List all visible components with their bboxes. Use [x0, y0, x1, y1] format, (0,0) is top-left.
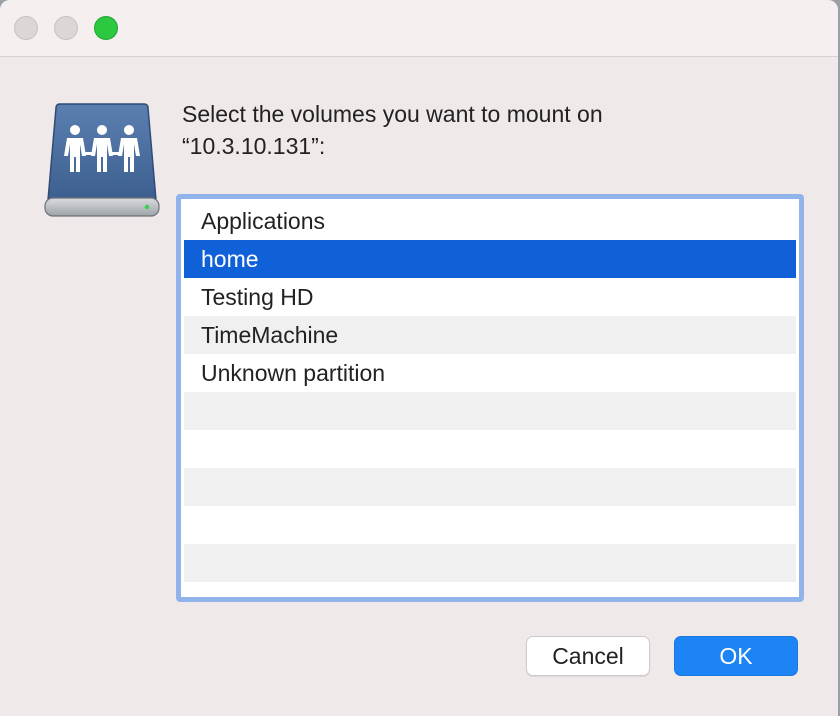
- empty-list-row: [184, 506, 796, 544]
- empty-list-row: [184, 582, 796, 594]
- empty-list-row: [184, 430, 796, 468]
- prompt-line-1: Select the volumes you want to mount on: [182, 101, 603, 127]
- title-bar: [0, 0, 838, 57]
- prompt-line-2: “10.3.10.131”:: [182, 133, 326, 159]
- minimize-window-button[interactable]: [54, 16, 78, 40]
- zoom-window-button[interactable]: [94, 16, 118, 40]
- mount-volumes-dialog: Select the volumes you want to mount on …: [0, 0, 838, 716]
- list-item[interactable]: TimeMachine: [184, 316, 796, 354]
- cancel-button[interactable]: Cancel: [526, 636, 650, 676]
- empty-list-row: [184, 468, 796, 506]
- list-item[interactable]: Testing HD: [184, 278, 796, 316]
- network-server-icon: [42, 102, 162, 222]
- empty-list-row: [184, 392, 796, 430]
- list-item[interactable]: Applications: [184, 202, 796, 240]
- empty-list-row: [184, 544, 796, 582]
- close-window-button[interactable]: [14, 16, 38, 40]
- volumes-list[interactable]: Applications home Testing HD TimeMachine…: [176, 194, 804, 602]
- list-item-selected[interactable]: home: [184, 240, 796, 278]
- dialog-prompt: Select the volumes you want to mount on …: [182, 98, 802, 162]
- ok-button[interactable]: OK: [674, 636, 798, 676]
- volumes-list-rows: Applications home Testing HD TimeMachine…: [184, 202, 796, 594]
- list-item[interactable]: Unknown partition: [184, 354, 796, 392]
